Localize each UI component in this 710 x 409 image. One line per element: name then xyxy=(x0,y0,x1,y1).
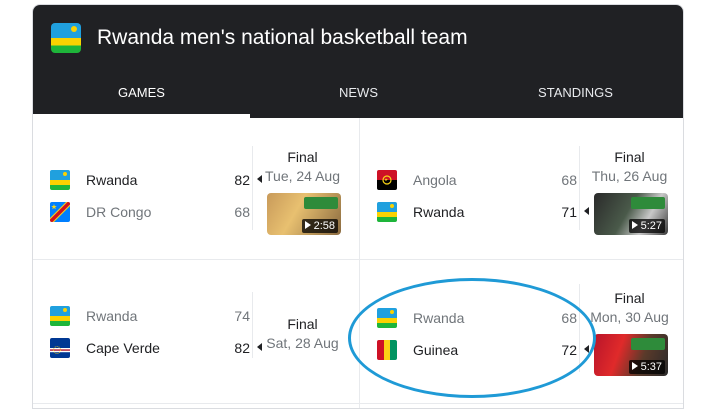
game-date: Tue, 24 Aug xyxy=(265,168,340,184)
team-name: Rwanda xyxy=(413,310,465,326)
highlights-video-thumbnail[interactable]: 5:27 xyxy=(594,193,668,235)
highlights-logo xyxy=(631,197,665,209)
team-name: Guinea xyxy=(413,342,459,358)
winner-arrow-icon xyxy=(584,345,589,353)
team-score: 71 xyxy=(561,204,577,220)
game-card[interactable]: Rwanda 82 DR Congo 68 Final Tue, 24 Aug … xyxy=(33,119,358,259)
status-divider xyxy=(579,146,580,230)
tab-news[interactable]: NEWS xyxy=(250,75,467,118)
guinea-flag-icon xyxy=(377,340,397,360)
tab-standings[interactable]: STANDINGS xyxy=(467,75,683,118)
status-divider xyxy=(579,284,580,372)
winner-arrow-icon xyxy=(584,207,589,215)
status-divider xyxy=(252,146,253,230)
game-date: Thu, 26 Aug xyxy=(591,168,668,184)
team-name: Rwanda xyxy=(86,172,138,188)
rwanda-flag-icon xyxy=(377,308,397,328)
video-duration-badge: 5:37 xyxy=(628,360,665,374)
highlights-logo xyxy=(304,197,338,209)
game-status: Final xyxy=(287,149,318,165)
game-status: Final xyxy=(614,290,645,306)
team-row: Angola 68 xyxy=(377,168,577,192)
team-score: 68 xyxy=(561,172,577,188)
team-name: Rwanda xyxy=(413,204,465,220)
team-score: 82 xyxy=(234,340,250,356)
team-name: Angola xyxy=(413,172,457,188)
rwanda-flag-icon xyxy=(51,23,81,53)
dr-congo-flag-icon xyxy=(50,202,70,222)
video-duration: 5:27 xyxy=(640,220,662,232)
play-icon xyxy=(304,221,311,229)
team-row: Rwanda 68 xyxy=(377,306,577,330)
video-duration-badge: 5:27 xyxy=(628,219,665,233)
rwanda-flag-icon xyxy=(50,170,70,190)
game-card[interactable]: Rwanda 74 Cape Verde 82 Final Sat, 28 Au… xyxy=(33,260,358,400)
status-divider xyxy=(252,292,253,358)
grid-divider-bottom xyxy=(33,403,683,404)
play-icon xyxy=(631,362,638,370)
card-header: Rwanda men's national basketball team GA… xyxy=(33,5,683,118)
rwanda-flag-icon xyxy=(377,202,397,222)
team-name: Cape Verde xyxy=(86,340,160,356)
game-card[interactable]: Angola 68 Rwanda 71 Final Thu, 26 Aug 5:… xyxy=(360,119,683,259)
game-status: Final xyxy=(614,149,645,165)
game-status: Final xyxy=(287,316,318,332)
video-duration: 2:58 xyxy=(313,220,335,232)
team-row: DR Congo 68 xyxy=(50,200,250,224)
rwanda-flag-icon xyxy=(50,306,70,326)
highlights-video-thumbnail[interactable]: 5:37 xyxy=(594,334,668,376)
game-date: Mon, 30 Aug xyxy=(590,309,669,325)
team-row: Guinea 72 xyxy=(377,338,589,362)
highlights-logo xyxy=(631,338,665,350)
team-name: DR Congo xyxy=(86,204,152,220)
team-row: Rwanda 71 xyxy=(377,200,589,224)
angola-flag-icon xyxy=(377,170,397,190)
team-row: Rwanda 82 xyxy=(50,168,262,192)
team-score: 72 xyxy=(561,342,577,358)
highlights-video-thumbnail[interactable]: 2:58 xyxy=(267,193,341,235)
team-name: Rwanda xyxy=(86,308,138,324)
sports-card: Rwanda men's national basketball team GA… xyxy=(32,4,684,409)
team-row: Cape Verde 82 xyxy=(50,336,262,360)
game-date: Sat, 28 Aug xyxy=(266,335,339,351)
team-row: Rwanda 74 xyxy=(50,304,250,328)
video-duration-badge: 2:58 xyxy=(301,219,338,233)
team-score: 82 xyxy=(234,172,250,188)
team-score: 74 xyxy=(234,308,250,324)
play-icon xyxy=(631,221,638,229)
cape-verde-flag-icon xyxy=(50,338,70,358)
video-duration: 5:37 xyxy=(640,361,662,373)
game-card[interactable]: Rwanda 68 Guinea 72 Final Mon, 30 Aug 5:… xyxy=(360,260,683,400)
page-title: Rwanda men's national basketball team xyxy=(97,26,468,49)
team-score: 68 xyxy=(234,204,250,220)
tab-games[interactable]: GAMES xyxy=(33,75,250,118)
team-score: 68 xyxy=(561,310,577,326)
